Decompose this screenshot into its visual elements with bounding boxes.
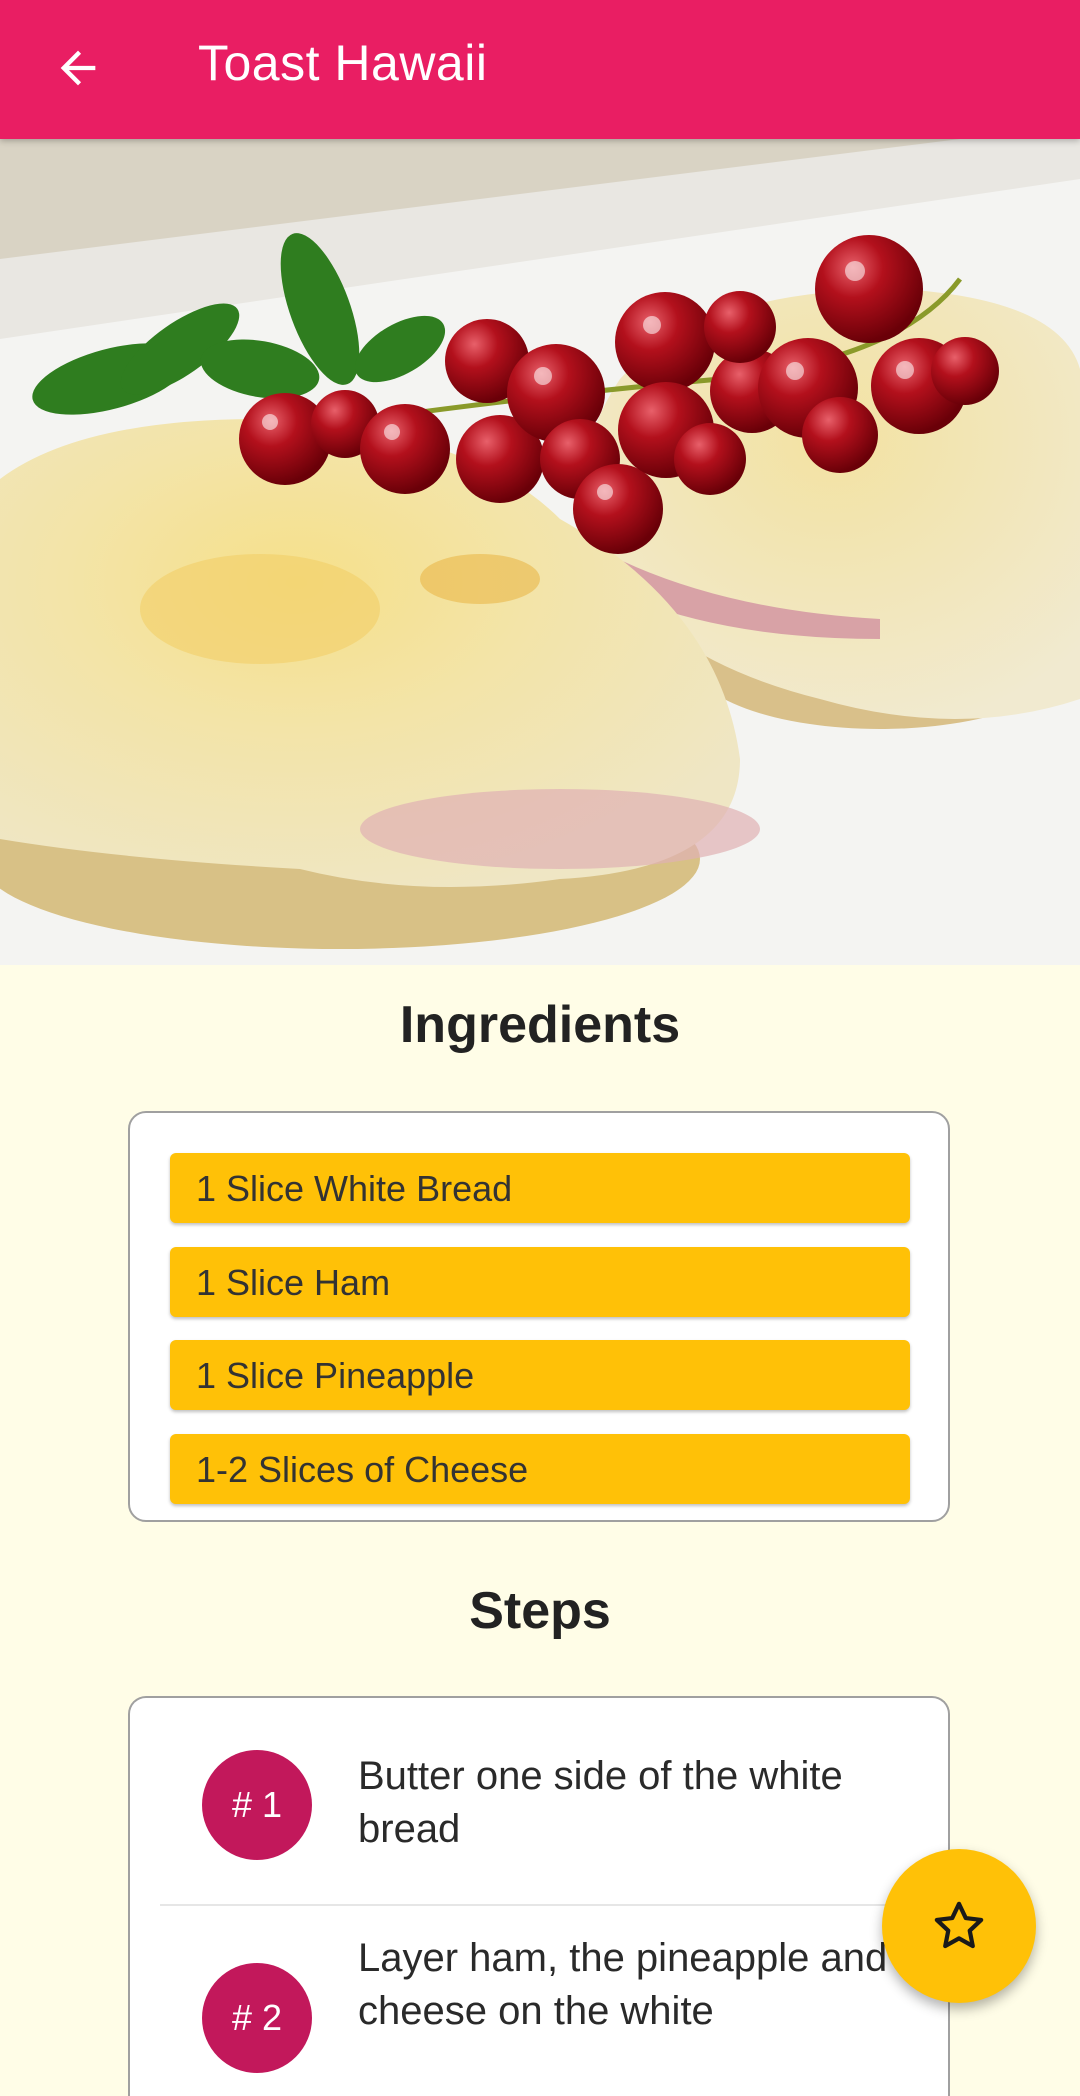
ingredient-item: 1 Slice White Bread bbox=[170, 1153, 910, 1223]
ingredients-title: Ingredients bbox=[399, 996, 681, 1054]
ingredient-item: 1 Slice Pineapple bbox=[170, 1340, 910, 1410]
hero-image bbox=[0, 139, 1080, 965]
ingredient-item: 1-2 Slices of Cheese bbox=[170, 1434, 910, 1504]
steps-list[interactable]: # 1 Butter one side of the white bread #… bbox=[128, 1696, 950, 2096]
step-item: # 1 Butter one side of the white bread bbox=[130, 1698, 948, 1904]
steps-title: Steps bbox=[469, 1582, 611, 1640]
step-number-badge: # 1 bbox=[202, 1750, 312, 1860]
ingredient-item: 1 Slice Ham bbox=[170, 1247, 910, 1317]
step-text: Butter one side of the white bread bbox=[358, 1754, 843, 1851]
star-outline-icon bbox=[934, 1901, 984, 1949]
back-button[interactable] bbox=[40, 30, 116, 106]
step-item: # 2 Layer ham, the pineapple and cheese … bbox=[130, 1906, 948, 2096]
step-number-badge: # 2 bbox=[202, 1963, 312, 2073]
favorite-button[interactable] bbox=[882, 1849, 1036, 2003]
ingredients-list[interactable]: 1 Slice White Bread 1 Slice Ham 1 Slice … bbox=[128, 1111, 950, 1522]
page-title: Toast Hawaii bbox=[198, 35, 488, 91]
app-bar: Toast Hawaii bbox=[0, 0, 1080, 139]
step-text: Layer ham, the pineapple and cheese on t… bbox=[358, 1936, 888, 2033]
arrow-back-icon bbox=[60, 50, 96, 86]
